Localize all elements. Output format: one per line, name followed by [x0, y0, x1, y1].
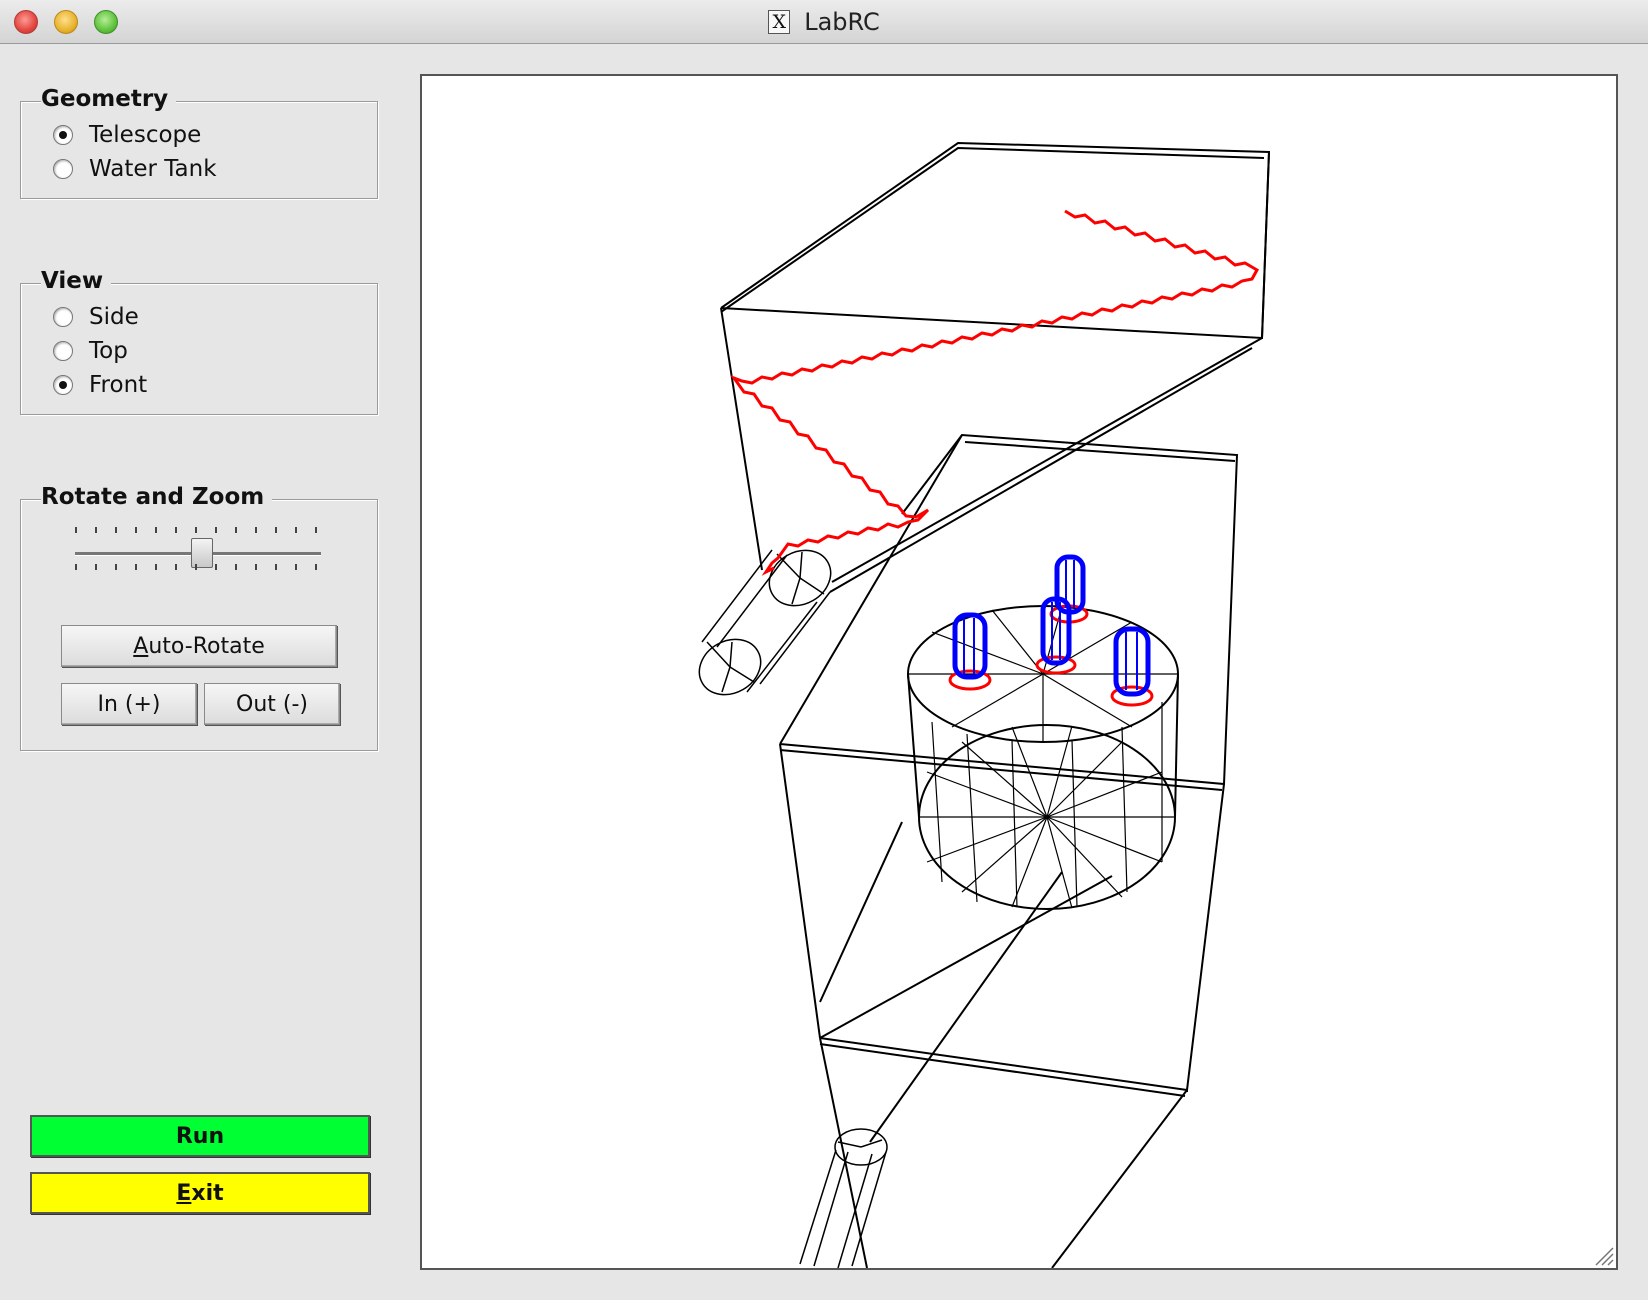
radio-button-icon[interactable]	[53, 375, 73, 395]
window-title: LabRC	[804, 8, 880, 36]
run-button[interactable]: Run	[30, 1115, 370, 1157]
radio-button-icon[interactable]	[53, 341, 73, 361]
pmt	[948, 612, 992, 691]
middle-box-edge	[901, 434, 963, 515]
x11-icon: X	[768, 10, 791, 34]
title-bar: X LabRC	[0, 0, 1648, 44]
auto-rotate-button[interactable]: Auto-Rotate	[61, 625, 337, 667]
slider-ticks-bottom	[75, 564, 321, 570]
geometry-legend: Geometry	[41, 86, 177, 112]
radio-label: Water Tank	[89, 156, 217, 182]
upper-box-edge	[829, 347, 1253, 593]
pmt	[1110, 626, 1154, 707]
lower-box-edge	[819, 1043, 1186, 1097]
radio-button-icon[interactable]	[53, 159, 73, 179]
radio-telescope[interactable]: Telescope	[53, 119, 201, 151]
rotate-zoom-group: Rotate and Zoom Auto-Rotate In (+) Out (…	[20, 484, 378, 751]
tank-side	[907, 673, 920, 818]
lower-box-edge	[819, 821, 903, 1003]
radio-front[interactable]: Front	[53, 369, 147, 401]
lower-box-edge	[819, 875, 1113, 1039]
middle-box-edge	[779, 749, 1223, 791]
detector-3d-view[interactable]	[420, 74, 1618, 1270]
resize-grip-icon[interactable]	[1592, 1244, 1614, 1266]
upper-box-edge	[1261, 151, 1270, 339]
radio-label: Telescope	[89, 122, 202, 148]
radio-water-tank[interactable]: Water Tank	[53, 153, 217, 185]
view-group: View Side Top Front	[20, 268, 378, 415]
rotate-zoom-legend: Rotate and Zoom	[41, 484, 273, 510]
radio-label: Side	[89, 304, 139, 330]
middle-box-edge	[1186, 783, 1225, 1091]
radio-label: Top	[89, 338, 128, 364]
zoom-out-button[interactable]: Out (-)	[204, 683, 340, 725]
radio-side[interactable]: Side	[53, 301, 139, 333]
slider-ticks-top	[75, 527, 321, 533]
tank-side	[1174, 673, 1179, 818]
upper-box-top-inner	[720, 146, 1265, 313]
geometry-group: Geometry Telescope Water Tank	[20, 86, 378, 199]
radio-button-icon[interactable]	[53, 125, 73, 145]
lower-box-edge	[1051, 1089, 1188, 1269]
upper-box-top	[720, 141, 1271, 340]
view-legend: View	[41, 268, 112, 294]
lower-box-edge	[819, 1037, 1188, 1092]
radio-label: Front	[89, 372, 148, 398]
photomultiplier-tubes	[948, 554, 1154, 707]
detector-scene	[698, 141, 1271, 1269]
upper-box-edge	[720, 307, 763, 571]
wireframe-boxes	[720, 141, 1271, 1269]
radio-button-icon[interactable]	[53, 307, 73, 327]
lower-box-edge	[819, 1037, 868, 1269]
exit-button[interactable]: Exit	[30, 1172, 370, 1214]
lower-box-edge	[869, 871, 1063, 1143]
radio-top[interactable]: Top	[53, 335, 128, 367]
middle-box	[779, 433, 1239, 786]
zoom-in-button[interactable]: In (+)	[61, 683, 197, 725]
middle-box-edge	[779, 743, 821, 1039]
